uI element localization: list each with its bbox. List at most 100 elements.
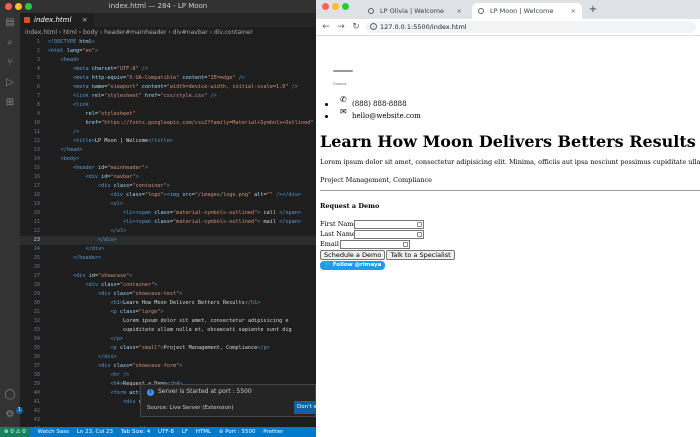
- code-line[interactable]: 8 <link: [20, 101, 316, 110]
- autofill-key-icon[interactable]: [417, 232, 422, 237]
- code-line[interactable]: 15 <header id="mainheader">: [20, 164, 316, 173]
- code-line[interactable]: 14 <body>: [20, 155, 316, 164]
- code-line[interactable]: 29 <div class="showcase-text">: [20, 290, 316, 299]
- code-line[interactable]: 13 </head>: [20, 146, 316, 155]
- run-debug-icon[interactable]: ▷: [4, 77, 16, 89]
- reload-icon[interactable]: ↻: [350, 21, 362, 33]
- code-line[interactable]: 34 </p>: [20, 335, 316, 344]
- status-prettier[interactable]: Prettier: [263, 429, 283, 435]
- search-icon[interactable]: ⌕: [4, 37, 16, 49]
- code-line[interactable]: 25 </header>: [20, 254, 316, 263]
- code-line[interactable]: 1 <!DOCTYPE html>: [20, 38, 316, 47]
- status-eol[interactable]: LF: [182, 429, 188, 435]
- browser-minimize-button[interactable]: [332, 3, 339, 10]
- status-cursor-position[interactable]: Ln 23, Col 23: [77, 429, 113, 435]
- status-tab-size[interactable]: Tab Size: 4: [121, 429, 150, 435]
- status-language[interactable]: HTML: [196, 429, 211, 435]
- close-tab-icon[interactable]: ×: [571, 3, 576, 19]
- code-line[interactable]: 33 cupiditate ullam nulla et, obcaecati …: [20, 326, 316, 335]
- minimize-window-button[interactable]: [15, 3, 22, 10]
- code-text: </header>: [73, 255, 102, 261]
- code-line[interactable]: 3 <head>: [20, 56, 316, 65]
- code-line[interactable]: 6 <meta name="viewport" content="width=d…: [20, 83, 316, 92]
- code-line[interactable]: 18 <div class="logo"><img src="/images/l…: [20, 191, 316, 200]
- extensions-icon[interactable]: ⊞: [4, 97, 16, 109]
- schedule-demo-button[interactable]: Schedule a Demo: [320, 250, 386, 260]
- code-line[interactable]: 31 <p class="large">: [20, 308, 316, 317]
- line-number: 16: [33, 174, 40, 180]
- mail-icon: ✉: [340, 107, 347, 116]
- back-arrow-icon[interactable]: ←: [320, 21, 332, 33]
- dont-show-again-button[interactable]: Don't s: [294, 401, 316, 414]
- code-text: <meta http-equiv="X-UA-Compatible" conte…: [73, 75, 245, 81]
- code-line[interactable]: 24 </div>: [20, 245, 316, 254]
- code-line[interactable]: 22 </ul>: [20, 227, 316, 236]
- problems-indicator[interactable]: ⊗ 0 ⚠ 0: [0, 427, 30, 437]
- code-line[interactable]: 43: [20, 416, 316, 425]
- code-line[interactable]: 27 <div id="showcase">: [20, 272, 316, 281]
- address-bar[interactable]: i 127.0.0.1:5500/index.html: [366, 21, 696, 33]
- code-line[interactable]: 32 Lorem ipsum dolor sit amet, consectet…: [20, 317, 316, 326]
- status-watch-sass[interactable]: Watch Sass: [38, 429, 69, 435]
- code-line[interactable]: 5 <meta http-equiv="X-UA-Compatible" con…: [20, 74, 316, 83]
- code-line[interactable]: 28 <div class="container">: [20, 281, 316, 290]
- line-number: 38: [33, 372, 40, 378]
- breadcrumb[interactable]: index.html › html › body › header#mainhe…: [20, 27, 316, 38]
- code-line[interactable]: 17 <div class="container">: [20, 182, 316, 191]
- explorer-icon[interactable]: ▤: [4, 17, 16, 29]
- email-address: hello@website.com: [352, 112, 421, 120]
- settings-gear-icon[interactable]: ⚙ 1: [4, 407, 24, 421]
- line-number: 42: [33, 408, 40, 414]
- code-line[interactable]: 4 <meta charset="UTF-8" />: [20, 65, 316, 74]
- code-line[interactable]: 30 <h1>Learn How Moon Delivers Betters R…: [20, 299, 316, 308]
- maximize-window-button[interactable]: [25, 3, 32, 10]
- code-line[interactable]: 10 href="https://fonts.googleapis.com/cs…: [20, 119, 316, 128]
- talk-to-specialist-button[interactable]: Talk to a Specialist: [386, 250, 455, 260]
- line-number: 21: [33, 219, 40, 225]
- status-encoding[interactable]: UTF-8: [158, 429, 174, 435]
- code-line[interactable]: 37 <div class="showcase-form">: [20, 362, 316, 371]
- browser-maximize-button[interactable]: [342, 3, 349, 10]
- code-line[interactable]: 20 <li><span class="material-symbols-out…: [20, 209, 316, 218]
- twitter-follow-button[interactable]: 🐦 Follow @rimaya: [320, 261, 386, 270]
- services-text: Project Management, Compliance: [320, 176, 433, 184]
- browser-tab-lp-moon[interactable]: LP Moon | Welcome ×: [472, 3, 582, 19]
- site-info-icon[interactable]: i: [370, 23, 377, 30]
- browser-tab-lp-olivia[interactable]: LP Olivia | Welcome ×: [362, 3, 468, 19]
- code-line[interactable]: 12 <title>LP Moon | Welcome</title>: [20, 137, 316, 146]
- code-line[interactable]: 11 />: [20, 128, 316, 137]
- first-name-field[interactable]: [354, 220, 424, 229]
- close-window-button[interactable]: [5, 3, 12, 10]
- autofill-key-icon[interactable]: [403, 242, 408, 247]
- code-line[interactable]: 38 <hr />: [20, 371, 316, 380]
- source-control-icon[interactable]: ⑂: [4, 57, 16, 69]
- forward-arrow-icon[interactable]: →: [335, 21, 347, 33]
- code-line[interactable]: 19 <ul>: [20, 200, 316, 209]
- code-line[interactable]: 23 </div>: [20, 236, 316, 245]
- last-name-field[interactable]: [354, 230, 424, 239]
- tab-index-html[interactable]: index.html ×: [20, 13, 94, 27]
- email-field[interactable]: [340, 240, 410, 249]
- code-line[interactable]: 2 <html lang="en">: [20, 47, 316, 56]
- new-tab-button[interactable]: +: [586, 3, 600, 17]
- code-line[interactable]: 26: [20, 263, 316, 272]
- tab-label: index.html: [34, 16, 72, 24]
- code-line[interactable]: 9 rel="stylesheet": [20, 110, 316, 119]
- line-number: 33: [33, 327, 40, 333]
- status-live-server-port[interactable]: ⊘ Port : 5500: [219, 429, 256, 435]
- code-line[interactable]: 16 <div id="navbar">: [20, 173, 316, 182]
- line-number: 43: [33, 417, 40, 423]
- code-line[interactable]: 7 <link rel="stylesheet" href="css/style…: [20, 92, 316, 101]
- code-line[interactable]: 35 <p class="small">Project Management, …: [20, 344, 316, 353]
- account-icon[interactable]: ◯: [4, 389, 16, 401]
- autofill-key-icon[interactable]: [417, 222, 422, 227]
- browser-close-button[interactable]: [322, 3, 329, 10]
- close-tab-icon[interactable]: ×: [457, 3, 462, 19]
- close-tab-icon[interactable]: ×: [82, 16, 88, 24]
- line-number: 25: [33, 255, 40, 261]
- code-text: <!DOCTYPE html>: [48, 39, 95, 45]
- code-line[interactable]: 36 </div>: [20, 353, 316, 362]
- code-editor[interactable]: 1 <!DOCTYPE html> 2 <html lang="en"> 3 <head…: [20, 38, 316, 427]
- code-line[interactable]: 21 <li><span class="material-symbols-out…: [20, 218, 316, 227]
- code-text: <div class="container">: [85, 282, 158, 288]
